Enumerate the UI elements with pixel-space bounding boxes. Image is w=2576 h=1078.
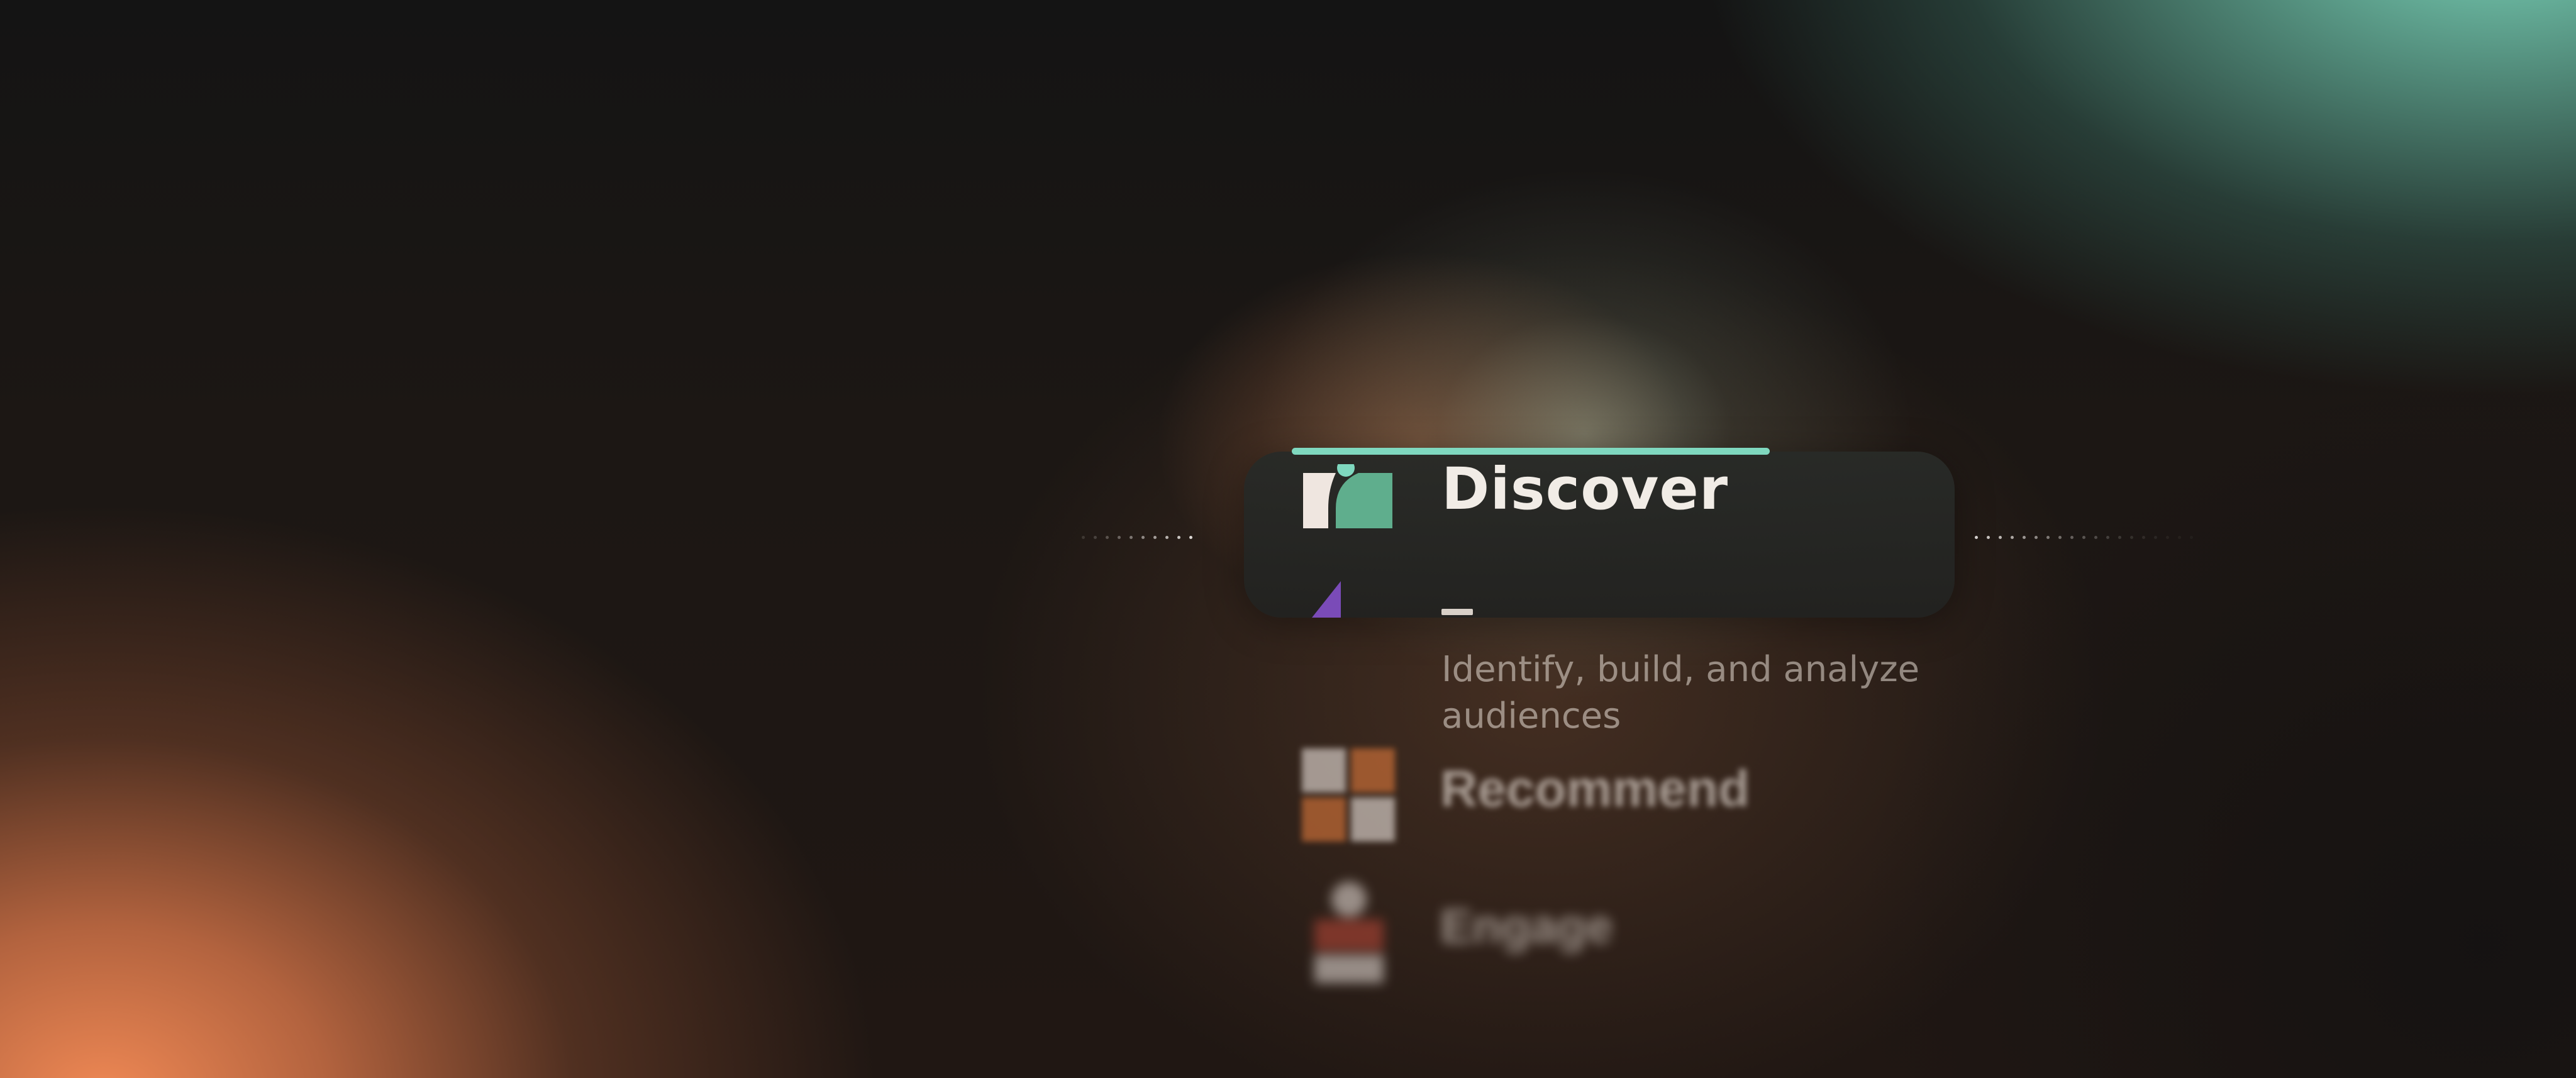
menu-item-label: Recommend bbox=[1440, 760, 1750, 818]
progress-bar bbox=[1292, 448, 1770, 455]
right-dotted-line bbox=[1975, 536, 2193, 539]
menu-item-label: Engage bbox=[1440, 900, 1613, 953]
menu-item-discover[interactable]: Discover bbox=[1244, 452, 1955, 618]
stack-icon bbox=[1314, 882, 1384, 983]
grid-icon bbox=[1302, 748, 1395, 842]
left-dotted-line bbox=[1082, 536, 1192, 539]
menu-item-title: Discover bbox=[1441, 455, 1729, 523]
discover-logo-icon bbox=[1303, 464, 1392, 528]
menu-item-description: Identify, build, and analyze audiences bbox=[1441, 649, 1920, 736]
audience-icon bbox=[1312, 581, 1341, 618]
next-item-title-peek bbox=[1441, 609, 1473, 615]
